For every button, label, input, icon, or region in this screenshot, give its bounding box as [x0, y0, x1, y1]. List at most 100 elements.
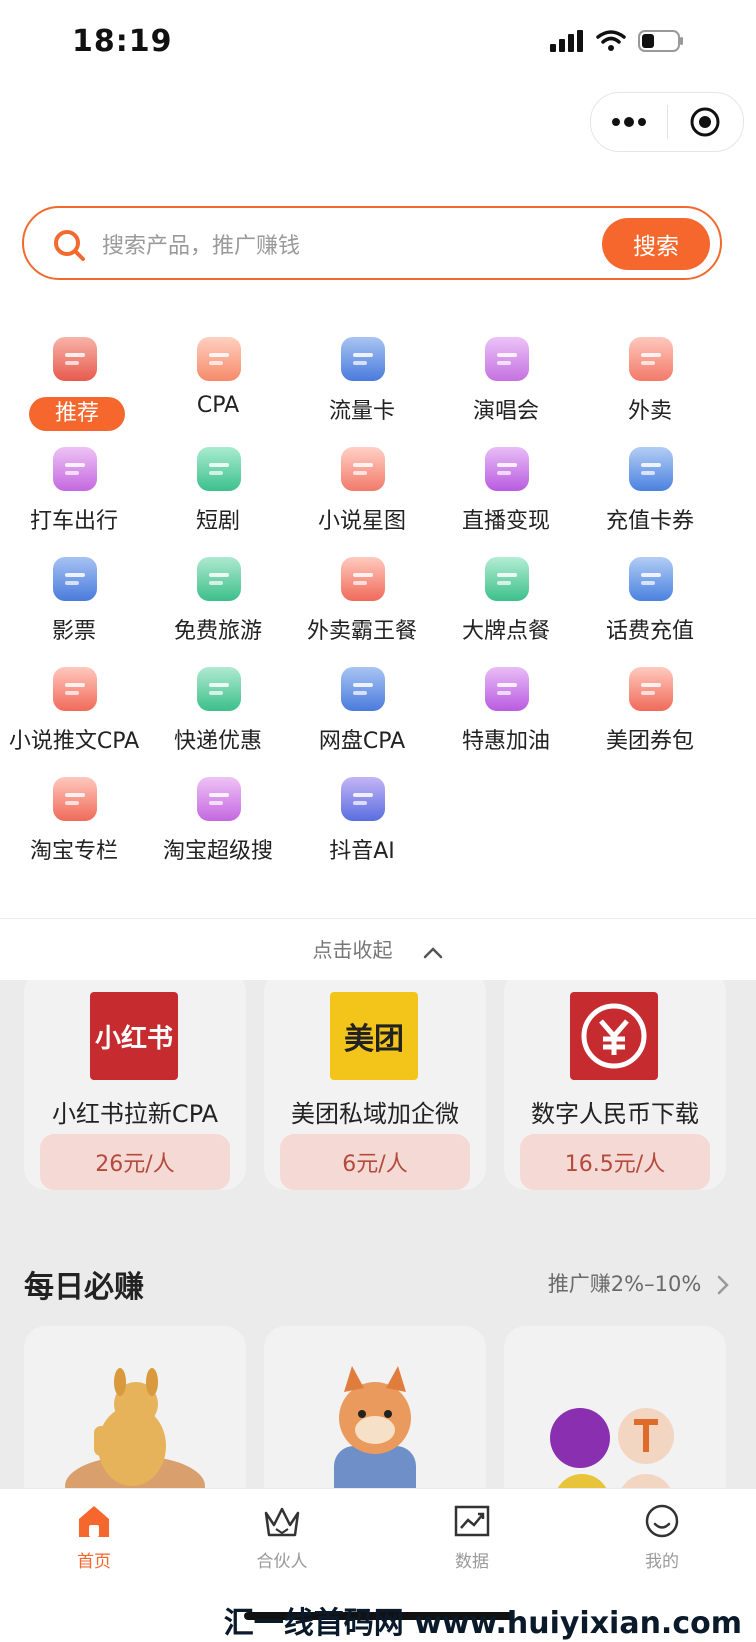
airplane-icon [197, 557, 241, 601]
digital-rmb-logo [570, 992, 658, 1080]
daily-product-card[interactable] [504, 1326, 726, 1488]
kangaroo-mascot-icon [65, 1368, 205, 1488]
receipt-icon [629, 447, 673, 491]
miniprogram-capsule [590, 92, 744, 152]
category-item[interactable]: CPA [144, 325, 292, 435]
category-label: 话费充值 [605, 619, 694, 644]
featured-title: 小红书拉新CPA [51, 1100, 219, 1128]
category-item[interactable]: 短剧 [144, 435, 292, 545]
featured-card[interactable]: 数字人民币下载 16.5元/人 [504, 980, 726, 1190]
category-label: 直播变现 [461, 509, 550, 534]
status-icons [550, 30, 684, 52]
fuel-pump-icon [485, 667, 529, 711]
daily-product-card[interactable] [24, 1326, 246, 1488]
category-item[interactable]: 大牌点餐 [432, 545, 580, 655]
category-item[interactable]: 推荐 [0, 325, 148, 435]
more-button[interactable] [591, 93, 667, 151]
tab-mine[interactable]: 我的 [602, 1503, 722, 1572]
target-circle-icon [690, 107, 720, 137]
search-button[interactable]: 搜索 [602, 218, 710, 270]
category-item[interactable]: 淘宝超级搜 [144, 765, 292, 875]
watermark-text: 汇一线首码网 www.huiyixian.com [223, 1606, 742, 1641]
featured-price: 16.5元/人 [520, 1134, 710, 1190]
category-item[interactable]: 流量卡 [288, 325, 436, 435]
microphone-icon [485, 337, 529, 381]
category-item[interactable]: 外卖霸王餐 [288, 545, 436, 655]
signal-icon [550, 30, 583, 52]
category-label: 演唱会 [472, 399, 539, 424]
category-item[interactable]: 充值卡券 [576, 435, 724, 545]
category-item[interactable]: 打车出行 [0, 435, 148, 545]
category-label: 外卖 [627, 399, 672, 424]
category-item[interactable]: 演唱会 [432, 325, 580, 435]
daily-more-link[interactable]: 推广赚2%–10% [548, 1268, 730, 1298]
featured-title: 美团私域加企微 [291, 1100, 459, 1128]
open-book-icon [341, 447, 385, 491]
tab-home[interactable]: 首页 [34, 1503, 154, 1572]
category-item[interactable]: 快递优惠 [144, 655, 292, 765]
search-input[interactable]: 搜索产品，推广赚钱 [102, 228, 300, 260]
category-label: 抖音AI [329, 839, 395, 864]
taobao-icon [197, 777, 241, 821]
category-item[interactable]: 网盘CPA [288, 655, 436, 765]
category-label: 打车出行 [29, 509, 118, 534]
category-item[interactable]: 话费充值 [576, 545, 724, 655]
category-item[interactable]: 外卖 [576, 325, 724, 435]
tab-partner[interactable]: 合伙人 [222, 1503, 342, 1572]
category-label: 免费旅游 [173, 619, 262, 644]
video-camera-icon [485, 447, 529, 491]
chef-hat-icon [485, 557, 529, 601]
collapse-label: 点击收起 [312, 938, 393, 962]
category-label: 流量卡 [328, 399, 395, 424]
category-item[interactable]: 影票 [0, 545, 148, 655]
takeout-box-icon [629, 337, 673, 381]
category-label: 淘宝超级搜 [162, 839, 273, 864]
status-bar: 18:19 [0, 0, 756, 90]
tab-data-label: 数据 [455, 1552, 489, 1572]
category-item[interactable]: 小说星图 [288, 435, 436, 545]
category-item[interactable]: 淘宝专栏 [0, 765, 148, 875]
wifi-icon [596, 30, 626, 51]
status-time: 18:19 [72, 24, 173, 59]
category-label: 淘宝专栏 [29, 839, 118, 864]
category-label: 小说星图 [317, 509, 406, 534]
category-label: 大牌点餐 [461, 619, 550, 644]
daily-section-title: 每日必赚 [24, 1270, 144, 1305]
package-icon [197, 667, 241, 711]
category-label: 美团券包 [605, 729, 694, 754]
tv-play-icon [197, 447, 241, 491]
film-reel-icon [53, 557, 97, 601]
category-label: 外卖霸王餐 [306, 619, 417, 644]
featured-card[interactable]: 小红书 小红书拉新CPA 26元/人 [24, 980, 246, 1190]
category-label: 网盘CPA [318, 729, 406, 754]
category-label: 影票 [51, 619, 96, 644]
category-item[interactable]: 抖音AI [288, 765, 436, 875]
tab-mine-label: 我的 [645, 1552, 679, 1572]
category-label: 小说推文CPA [8, 729, 140, 754]
category-item[interactable]: 特惠加油 [432, 655, 580, 765]
rabbit-ears-icon [629, 667, 673, 711]
close-miniprogram-button[interactable] [668, 93, 744, 151]
featured-price: 26元/人 [40, 1134, 230, 1190]
yuan-coin-icon [581, 1003, 647, 1069]
home-icon [79, 1506, 109, 1537]
featured-card[interactable]: 美团 美团私域加企微 6元/人 [264, 980, 486, 1190]
category-item[interactable]: 直播变现 [432, 435, 580, 545]
chevron-up-icon [423, 946, 442, 958]
category-label: 短剧 [195, 509, 240, 534]
chevron-right-icon [717, 1275, 729, 1295]
tab-data[interactable]: 数据 [412, 1503, 532, 1572]
category-label: 快递优惠 [173, 729, 262, 754]
sim-card-icon [341, 337, 385, 381]
tab-partner-label: 合伙人 [256, 1552, 308, 1572]
collapse-toggle[interactable]: 点击收起 [0, 918, 756, 981]
category-item[interactable]: 小说推文CPA [0, 655, 148, 765]
category-label: CPA [196, 393, 240, 418]
more-dots-icon [611, 117, 646, 127]
search-bar[interactable]: 搜索产品，推广赚钱 搜索 [22, 206, 722, 280]
category-item[interactable]: 美团券包 [576, 655, 724, 765]
daily-product-card[interactable] [264, 1326, 486, 1488]
smile-icon [645, 1504, 679, 1538]
category-item[interactable]: 免费旅游 [144, 545, 292, 655]
battery-icon [638, 30, 683, 52]
